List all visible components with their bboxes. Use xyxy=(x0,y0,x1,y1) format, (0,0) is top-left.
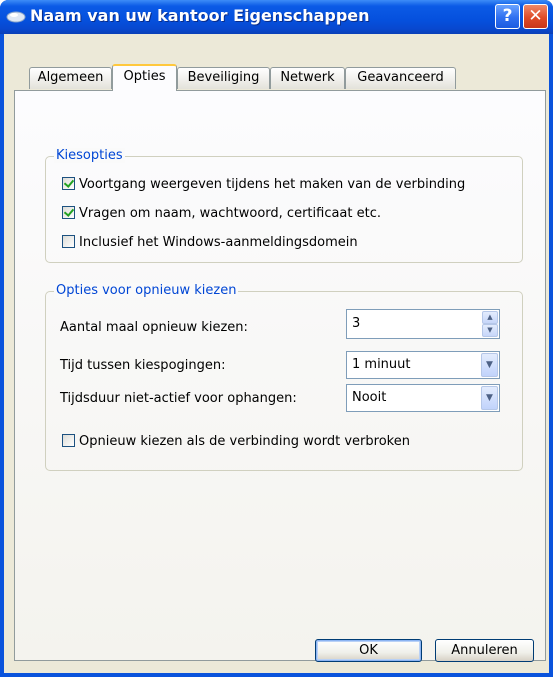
show-progress-checkbox[interactable] xyxy=(62,177,75,190)
tab-panel-opties: Kiesopties Voortgang weergeven tijdens h… xyxy=(14,90,546,661)
redial-on-drop-option[interactable]: Opnieuw kiezen als de verbinding wordt v… xyxy=(62,434,410,449)
prompt-credentials-label: Vragen om naam, wachtwoord, certificaat … xyxy=(79,206,382,221)
include-domain-label: Inclusief het Windows-aanmeldingsdomein xyxy=(79,235,358,250)
prompt-credentials-option[interactable]: Vragen om naam, wachtwoord, certificaat … xyxy=(62,206,381,221)
redial-attempts-label: Aantal maal opnieuw kiezen: xyxy=(60,320,248,335)
dial-options-legend: Kiesopties xyxy=(54,148,125,163)
properties-dialog: Naam van uw kantoor Eigenschappen ? ✕ Al… xyxy=(0,0,553,677)
include-domain-option[interactable]: Inclusief het Windows-aanmeldingsdomein xyxy=(62,235,358,250)
time-between-label: Tijd tussen kiespogingen: xyxy=(60,358,226,373)
tab-geavanceerd[interactable]: Geavanceerd xyxy=(345,67,456,89)
cancel-button[interactable]: Annuleren xyxy=(435,639,534,662)
title-bar[interactable]: Naam van uw kantoor Eigenschappen ? ✕ xyxy=(0,0,553,34)
time-between-dropdown[interactable]: 1 minuut ▼ xyxy=(346,351,500,379)
window-title: Naam van uw kantoor Eigenschappen xyxy=(30,6,370,25)
redial-attempts-value: 3 xyxy=(352,316,361,331)
redial-on-drop-label: Opnieuw kiezen als de verbinding wordt v… xyxy=(79,434,410,449)
chevron-down-icon[interactable]: ▼ xyxy=(481,386,498,410)
redial-options-legend: Opties voor opnieuw kiezen xyxy=(54,283,239,298)
redial-options-group: Opties voor opnieuw kiezen Aantal maal o… xyxy=(45,283,523,471)
tab-beveiliging[interactable]: Beveiliging xyxy=(177,67,270,89)
spin-down-icon[interactable]: ▼ xyxy=(482,324,498,337)
idle-time-value: Nooit xyxy=(352,390,387,405)
tab-algemeen[interactable]: Algemeen xyxy=(29,67,112,89)
spin-up-icon[interactable]: ▲ xyxy=(482,311,498,324)
chevron-down-icon[interactable]: ▼ xyxy=(481,353,498,377)
time-between-value: 1 minuut xyxy=(352,357,411,372)
idle-time-dropdown[interactable]: Nooit ▼ xyxy=(346,384,500,412)
show-progress-label: Voortgang weergeven tijdens het maken va… xyxy=(79,177,466,192)
tab-opties[interactable]: Opties xyxy=(112,64,177,91)
prompt-credentials-checkbox[interactable] xyxy=(62,206,75,219)
close-button[interactable]: ✕ xyxy=(523,4,548,29)
ok-button[interactable]: OK xyxy=(315,639,422,662)
tab-netwerk[interactable]: Netwerk xyxy=(270,67,345,89)
show-progress-option[interactable]: Voortgang weergeven tijdens het maken va… xyxy=(62,177,465,192)
dialog-client-area: Algemeen Opties Beveiliging Netwerk Geav… xyxy=(4,34,549,673)
include-domain-checkbox[interactable] xyxy=(62,235,75,248)
dialup-connection-icon xyxy=(6,11,26,23)
redial-attempts-spinbox[interactable]: 3 ▲ ▼ xyxy=(346,309,500,339)
help-button[interactable]: ? xyxy=(495,4,520,29)
redial-on-drop-checkbox[interactable] xyxy=(62,434,75,447)
dial-options-group: Kiesopties Voortgang weergeven tijdens h… xyxy=(45,148,523,263)
idle-time-label: Tijdsduur niet-actief voor ophangen: xyxy=(60,391,297,406)
